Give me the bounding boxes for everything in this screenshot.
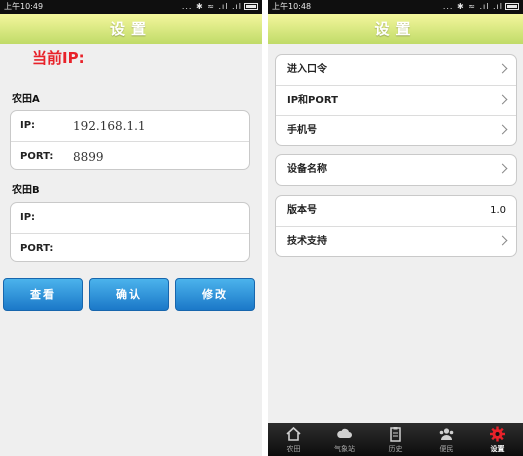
group-a-label: 农田A: [12, 94, 40, 105]
status-icons: ... ✱ ≈ .ıl .ıl: [182, 0, 258, 14]
home-icon: [286, 426, 301, 441]
status-bar: 上午10:49 ... ✱ ≈ .ıl .ıl: [0, 0, 262, 14]
tab-weather-station[interactable]: 气象站: [319, 423, 370, 456]
group-b-port-label: PORT:: [20, 243, 54, 254]
group-b-ip-row[interactable]: IP:: [11, 203, 249, 233]
group-a-port-row[interactable]: PORT: 8899: [11, 141, 249, 171]
menu-item-enter-password[interactable]: 进入口令: [276, 55, 516, 85]
group-a-ip-field[interactable]: 192.168.1.1: [73, 111, 146, 141]
menu-item-tech-support[interactable]: 技术支持: [276, 226, 516, 256]
group-a-card: IP: 192.168.1.1 PORT: 8899: [10, 110, 250, 170]
menu-item-label: 版本号: [287, 205, 317, 216]
view-button[interactable]: 查看: [3, 278, 83, 311]
group-a-ip-label: IP:: [20, 120, 36, 131]
menu-group-about: 版本号 1.0 技术支持: [275, 195, 517, 257]
group-b-ip-label: IP:: [20, 212, 36, 223]
modify-button[interactable]: 修改: [175, 278, 255, 311]
menu-item-phone[interactable]: 手机号: [276, 115, 516, 145]
clipboard-icon: [390, 427, 401, 442]
tab-label: 设置: [490, 445, 505, 453]
confirm-button[interactable]: 确认: [89, 278, 169, 311]
version-value: 1.0: [490, 205, 506, 216]
signal-icons: ... ✱ ≈ .ıl .ıl: [181, 2, 242, 11]
group-b-port-row[interactable]: PORT:: [11, 233, 249, 263]
menu-item-label: 进入口令: [287, 64, 327, 75]
battery-icon: [505, 3, 519, 10]
tab-label: 气象站: [334, 445, 355, 453]
tab-label: 便民: [439, 445, 454, 453]
gear-icon: [490, 426, 505, 442]
menu-item-label: 设备名称: [287, 164, 327, 175]
settings-menu-screen: 上午10:48 ... ✱ ≈ .ıl .ıl 设置 进入口令 IP和PORT …: [268, 0, 523, 456]
menu-item-ip-port[interactable]: IP和PORT: [276, 85, 516, 115]
menu-item-label: IP和PORT: [287, 95, 338, 106]
menu-group-network: 进入口令 IP和PORT 手机号: [275, 54, 517, 146]
tab-settings[interactable]: 设置: [472, 423, 523, 456]
page-title: 设置: [268, 14, 523, 44]
page-title: 设置: [0, 14, 262, 44]
chevron-right-icon: [497, 124, 508, 135]
chevron-right-icon: [497, 235, 508, 246]
current-ip-label: 当前IP:: [32, 49, 85, 67]
chevron-right-icon: [497, 163, 508, 174]
tab-farmland[interactable]: 农田: [268, 423, 319, 456]
ip-settings-screen: 上午10:49 ... ✱ ≈ .ıl .ıl 设置 当前IP: 农田A IP:…: [0, 0, 262, 456]
menu-item-version: 版本号 1.0: [276, 196, 516, 226]
tab-history[interactable]: 历史: [370, 423, 421, 456]
status-bar: 上午10:48 ... ✱ ≈ .ıl .ıl: [268, 0, 523, 14]
cloud-icon: [337, 428, 352, 438]
tab-label: 农田: [286, 445, 301, 453]
status-icons: ... ✱ ≈ .ıl .ıl: [443, 0, 519, 14]
status-time: 上午10:49: [4, 2, 44, 11]
tab-convenience[interactable]: 便民: [421, 423, 472, 456]
menu-group-device: 设备名称: [275, 154, 517, 186]
signal-icons: ... ✱ ≈ .ıl .ıl: [442, 2, 503, 11]
menu-item-label: 手机号: [287, 125, 317, 136]
group-b-label: 农田B: [12, 185, 40, 196]
status-time: 上午10:48: [272, 2, 312, 11]
group-a-ip-row[interactable]: IP: 192.168.1.1: [11, 111, 249, 141]
bottom-tab-bar: 农田 气象站 历史 便民 设置: [268, 423, 523, 456]
group-a-port-label: PORT:: [20, 151, 54, 162]
people-icon: [439, 428, 454, 440]
battery-icon: [244, 3, 258, 10]
chevron-right-icon: [497, 94, 508, 105]
group-a-port-field[interactable]: 8899: [73, 142, 104, 172]
menu-item-label: 技术支持: [287, 236, 327, 247]
chevron-right-icon: [497, 63, 508, 74]
tab-label: 历史: [388, 445, 403, 453]
group-b-card: IP: PORT:: [10, 202, 250, 262]
menu-item-device-name[interactable]: 设备名称: [276, 155, 516, 185]
